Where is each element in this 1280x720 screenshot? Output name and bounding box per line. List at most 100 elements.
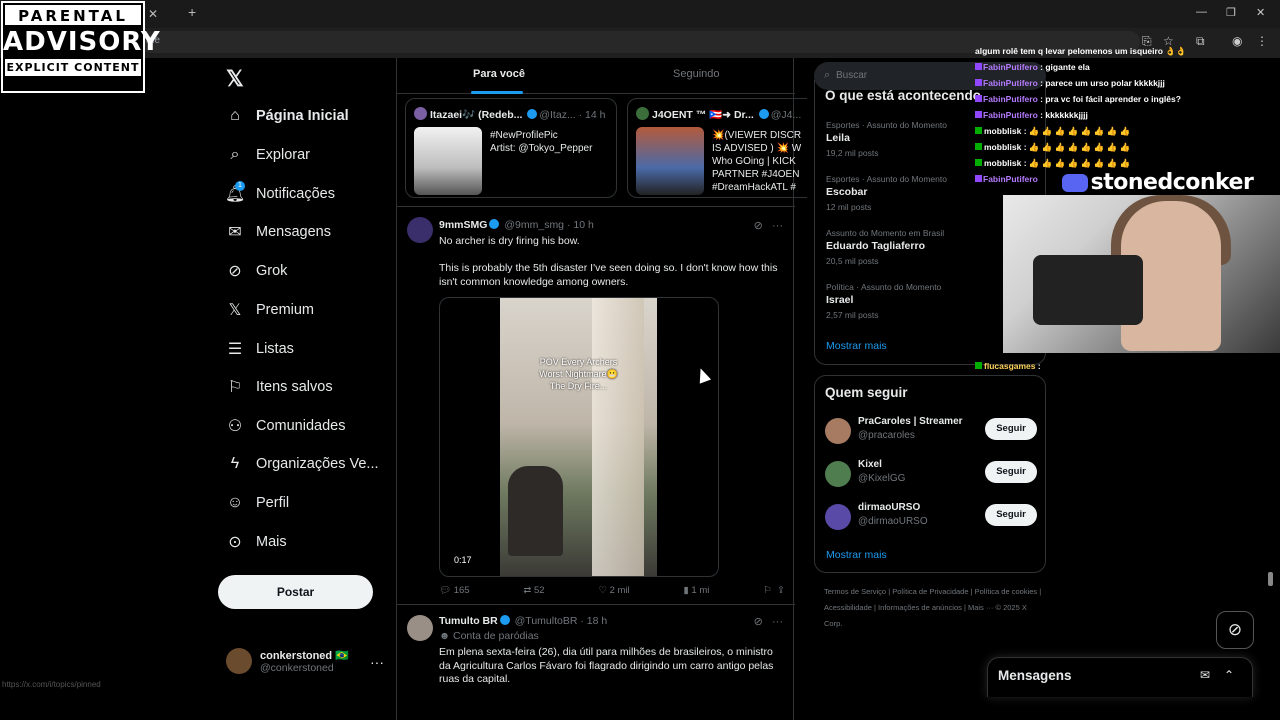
like-count: 2 mil bbox=[609, 585, 630, 596]
nav-explore[interactable]: ⌕ Explorar bbox=[226, 140, 310, 170]
new-tab-icon[interactable]: + bbox=[188, 4, 202, 20]
new-message-icon[interactable]: ✉ bbox=[1200, 668, 1210, 682]
tweet[interactable]: Tumulto BR @TumultoBR · 18 h ⊘ ··· ☻ Con… bbox=[397, 604, 795, 720]
mod-badge-icon bbox=[975, 143, 982, 150]
nav-premium[interactable]: 𝕏 Premium bbox=[226, 295, 314, 325]
nav-messages[interactable]: ✉ Mensagens bbox=[226, 217, 331, 247]
tab-close-icon[interactable]: ✕ bbox=[148, 2, 182, 26]
card-handle: @Itaz... bbox=[539, 109, 576, 121]
who-to-follow-title: Quem seguir bbox=[825, 385, 908, 400]
grok-icon[interactable]: ⊘ bbox=[754, 616, 763, 628]
tab-for-you[interactable]: Para você bbox=[473, 68, 525, 80]
bell-icon: 🔔︎ 1 bbox=[224, 181, 246, 203]
show-more-trends[interactable]: Mostrar mais bbox=[826, 340, 887, 352]
chat-text: : 👍 👍 👍 👍 👍 👍 👍 👍 bbox=[1023, 126, 1131, 136]
sub-badge-icon bbox=[975, 111, 982, 118]
parody-text: Conta de paródias bbox=[452, 630, 539, 642]
trend-category: Esportes · Assunto do Momento bbox=[826, 174, 947, 184]
avatar bbox=[825, 504, 851, 530]
footer-links[interactable]: Termos de Serviço | Política de Privacid… bbox=[824, 584, 1044, 632]
follow-suggestion[interactable]: PraCaroles | Streamer @pracaroles Seguir bbox=[825, 416, 1037, 446]
account-name: conkerstoned 🇧🇷 bbox=[260, 649, 349, 662]
nav-label: Premium bbox=[256, 302, 315, 318]
carousel-card[interactable]: Itazaei🎶 (Redeb... @Itaz... · 14 h #NewP… bbox=[405, 98, 617, 198]
avatar[interactable] bbox=[407, 615, 433, 641]
follow-button[interactable]: Seguir bbox=[985, 418, 1037, 440]
more-icon[interactable]: ··· bbox=[772, 220, 783, 232]
avatar bbox=[226, 648, 252, 674]
tweet[interactable]: 9mmSMG @9mm_smg · 10 h ⊘ ··· No archer i… bbox=[397, 206, 795, 604]
nav-bookmarks[interactable]: ⚐ Itens salvos bbox=[226, 372, 333, 402]
tweet-video[interactable]: POV Every Archers Worst Nightmare😬 The D… bbox=[439, 297, 719, 577]
follow-name: Kixel bbox=[858, 459, 882, 470]
chart-icon: ▮ bbox=[683, 585, 689, 596]
carousel-card[interactable]: J4OENT ™ 🇵🇷➜ Dr... @J4... 💥(VIEWER DISCR… bbox=[627, 98, 807, 198]
grok-floating-button[interactable]: ⊘ bbox=[1216, 611, 1254, 649]
post-button[interactable]: Postar bbox=[218, 575, 373, 609]
advisory-line-2: ADVISORY bbox=[3, 27, 161, 57]
close-window-icon[interactable]: ✕ bbox=[1256, 6, 1265, 19]
x-logo-icon[interactable]: 𝕏 bbox=[226, 66, 244, 92]
reply-button[interactable]: 💬︎ 165 bbox=[439, 585, 470, 596]
streamer-name-text: stonedconker bbox=[1090, 170, 1254, 195]
follow-suggestion[interactable]: Kixel @KixelGG Seguir bbox=[825, 459, 1037, 489]
messages-drawer[interactable]: Mensagens ✉ ⌃ bbox=[987, 657, 1253, 697]
tab-following[interactable]: Seguindo bbox=[673, 68, 720, 80]
profile-icon[interactable]: ◉ bbox=[1232, 34, 1242, 48]
nav-communities[interactable]: ⚇ Comunidades bbox=[226, 411, 346, 441]
chat-text: : pra vc foi fácil aprender o inglês? bbox=[1040, 94, 1181, 104]
tweet-top-actions: ⊘ ··· bbox=[754, 219, 783, 232]
tweet-time[interactable]: · 18 h bbox=[580, 615, 607, 627]
more-icon[interactable]: ··· bbox=[772, 616, 783, 628]
extensions-icon[interactable]: ⧉ bbox=[1196, 34, 1205, 49]
account-switcher[interactable]: conkerstoned 🇧🇷 @conkerstoned bbox=[226, 648, 349, 674]
tweet-text: Em plena sexta-feira (26), dia útil para… bbox=[439, 646, 774, 685]
bookmark-button[interactable]: ⚐ ⇪ bbox=[763, 585, 785, 596]
sub-badge-icon bbox=[975, 175, 982, 182]
nav-more[interactable]: ⊙ Mais bbox=[226, 527, 287, 557]
menu-kebab-icon[interactable]: ⋮ bbox=[1256, 34, 1268, 48]
feed-tabs: Para você Seguindo bbox=[397, 58, 795, 94]
scrollbar[interactable] bbox=[1268, 572, 1273, 586]
follow-suggestion[interactable]: dirmaoURSO @dirmaoURSO Seguir bbox=[825, 502, 1037, 532]
tweet-time[interactable]: · 10 h bbox=[567, 219, 594, 231]
follow-handle: @pracaroles bbox=[858, 430, 915, 441]
nav-notifications[interactable]: 🔔︎ 1 Notificações bbox=[224, 179, 335, 209]
follow-button[interactable]: Seguir bbox=[985, 504, 1037, 526]
avatar bbox=[636, 107, 649, 120]
chat-user: FabinPutifero bbox=[983, 110, 1038, 120]
maximize-icon[interactable]: ❐ bbox=[1226, 6, 1236, 19]
nav-verified-orgs[interactable]: ϟ Organizações Ve... bbox=[226, 449, 379, 479]
nav-grok[interactable]: ⊘ Grok bbox=[226, 256, 287, 286]
trends-title: O que está acontecendo bbox=[825, 88, 982, 103]
verified-icon bbox=[499, 615, 510, 625]
chat-text: : 👍 👍 👍 👍 👍 👍 👍 👍 bbox=[1023, 158, 1131, 168]
account-more-icon[interactable]: ··· bbox=[370, 654, 384, 670]
video-person bbox=[508, 466, 563, 556]
nav-profile[interactable]: ☺ Perfil bbox=[226, 488, 289, 518]
follow-button[interactable]: Seguir bbox=[985, 461, 1037, 483]
advisory-line-1: PARENTAL bbox=[5, 5, 141, 25]
tweet-author[interactable]: 9mmSMG bbox=[439, 219, 487, 231]
chat-user: FabinPutifero bbox=[983, 78, 1038, 88]
avatar[interactable] bbox=[407, 217, 433, 243]
nav-home[interactable]: ⌂ Página Inicial bbox=[226, 101, 349, 131]
repost-button[interactable]: ⇄ 52 bbox=[523, 585, 544, 596]
like-button[interactable]: ♡ 2 mil bbox=[598, 585, 629, 596]
minimize-icon[interactable]: — bbox=[1196, 6, 1207, 18]
nav-label: Mais bbox=[256, 534, 287, 550]
share-icon[interactable]: ⇪ bbox=[777, 585, 785, 596]
show-more-follow[interactable]: Mostrar mais bbox=[826, 549, 887, 561]
grok-icon[interactable]: ⊘ bbox=[754, 220, 763, 232]
tweet-handle[interactable]: @TumultoBR bbox=[515, 615, 578, 627]
video-caption: POV Every Archers Worst Nightmare😬 The D… bbox=[539, 357, 618, 391]
chevron-up-icon[interactable]: ⌃ bbox=[1224, 668, 1234, 682]
tweet-top-actions: ⊘ ··· bbox=[754, 615, 783, 628]
card-author: J4OENT ™ 🇵🇷➜ Dr... bbox=[652, 109, 754, 121]
tweet-text: No archer is dry firing his bow. bbox=[439, 235, 580, 247]
tweet-author[interactable]: Tumulto BR bbox=[439, 615, 498, 627]
nav-lists[interactable]: ☰ Listas bbox=[226, 334, 294, 364]
views-button[interactable]: ▮ 1 mi bbox=[684, 585, 710, 596]
mask-icon: ☻ bbox=[439, 630, 451, 642]
tweet-handle[interactable]: @9mm_smg bbox=[504, 219, 564, 231]
